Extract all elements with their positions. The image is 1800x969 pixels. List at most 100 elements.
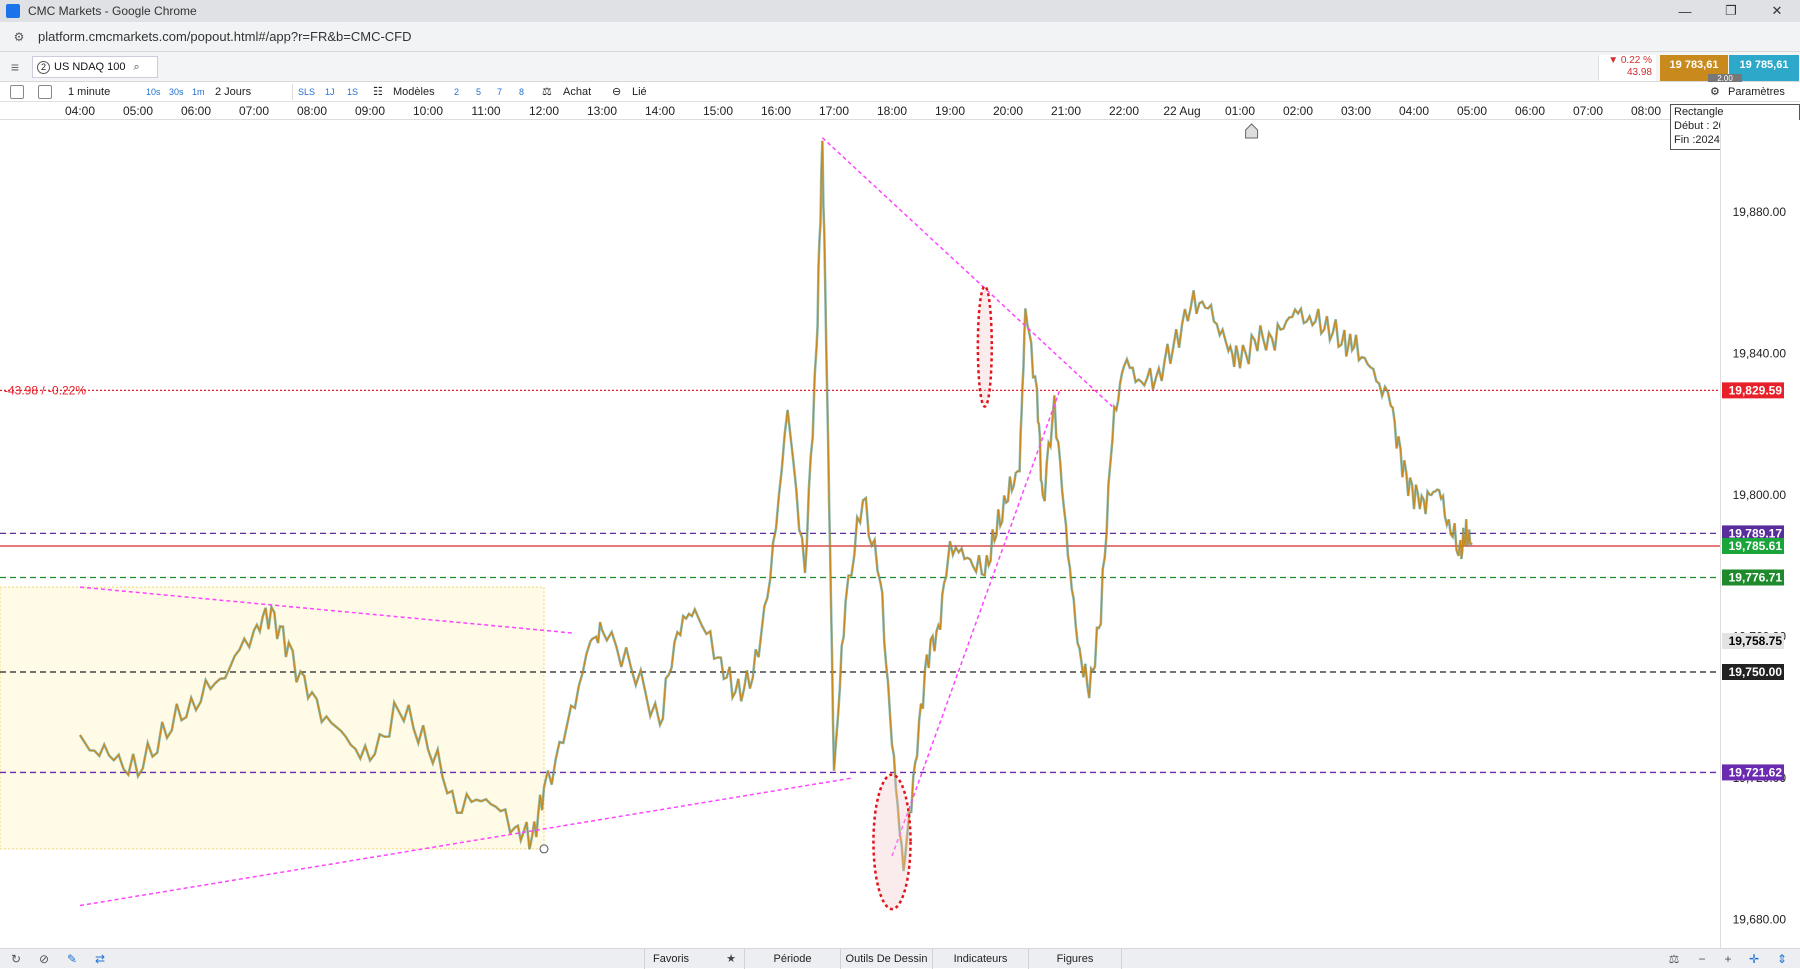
instrument-selector[interactable]: 2 US NDAQ 100 ⌕ (32, 56, 158, 78)
layout-2[interactable]: 2 (454, 85, 459, 99)
time-axis: 04:00 05:00 06:00 07:00 08:00 09:00 10:00 11:00… (0, 102, 1720, 120)
bottom-toolbar: ↻ ⊘ ✎ ⇄ Favoris ★ Période Outils De Dess… (0, 948, 1800, 969)
time-tick-label: 07:00 (1572, 104, 1604, 118)
search-icon[interactable]: ⌕ (134, 61, 140, 74)
price-change-absolute: 43.98 (1626, 67, 1652, 78)
price-tag-label: 19,721.62 (1729, 765, 1783, 779)
range-select[interactable]: 2 Jours (215, 85, 251, 99)
time-tick-label: 01:00 (1224, 104, 1256, 118)
price-tag-label: 19,785.61 (1729, 539, 1783, 553)
clear-icon[interactable]: ⊘ (36, 951, 52, 967)
highlight-ellipse (872, 773, 912, 911)
current-time-marker (1245, 123, 1259, 139)
chart-grid-icon[interactable] (38, 85, 52, 99)
price-tick-label: 19,680.00 (1733, 913, 1787, 927)
time-tick-label: 07:00 (238, 104, 270, 118)
time-tick-label: 06:00 (1514, 104, 1546, 118)
tab-indicators[interactable]: Indicateurs (932, 949, 1028, 969)
buy-button[interactable]: Achat (563, 85, 591, 99)
restore-button[interactable]: ❐ (1708, 0, 1754, 22)
arrows-icon[interactable]: ⇄ (92, 951, 108, 967)
layout-8[interactable]: 8 (519, 85, 524, 99)
time-tick-label: 11:00 (471, 104, 501, 118)
link-icon[interactable]: ⊖ (612, 85, 621, 99)
time-tick-label: 06:00 (180, 104, 212, 118)
site-info-icon[interactable]: ⚙ (10, 28, 28, 46)
time-tick-label: 12:00 (528, 104, 560, 118)
chrome-app-icon (6, 4, 20, 18)
time-tick-label: 22:00 (1108, 104, 1140, 118)
time-tick-label: 05:00 (122, 104, 154, 118)
interval-1m[interactable]: 1m (192, 85, 205, 99)
browser-title-bar: CMC Markets - Google Chrome — ❐ ✕ (0, 0, 1800, 22)
price-tick-label: 19,800.00 (1733, 488, 1787, 502)
templates-icon[interactable]: ☷ (373, 85, 383, 99)
tab-favorites[interactable]: Favoris ★ (644, 949, 744, 969)
time-tick-label: 04:00 (1398, 104, 1430, 118)
zoom-in-icon[interactable]: + (1720, 951, 1736, 967)
time-tick-label: 14:00 (644, 104, 676, 118)
pencil-icon[interactable]: ✎ (64, 951, 80, 967)
price-change: ▼ 0.22 % 43.98 (1598, 55, 1656, 81)
time-tick-label: 09:00 (354, 104, 386, 118)
chart-list-icon[interactable] (10, 85, 24, 99)
layout-icon[interactable]: ⚖ (1666, 951, 1682, 967)
trend-line (821, 137, 1113, 408)
highlight-ellipse (976, 285, 994, 408)
time-tick-label: 17:00 (818, 104, 850, 118)
templates-button[interactable]: Modèles (393, 85, 435, 99)
linked-button[interactable]: Lié (632, 85, 647, 99)
interval-select[interactable]: 1 minute (68, 85, 110, 99)
price-tag-label: 19,758.75 (1729, 634, 1783, 648)
price-tag-label: 19,829.59 (1729, 383, 1783, 397)
price-chart[interactable]: -43.98 / -0.22% 19,880.00 19,840.00 19,800.… (0, 120, 1800, 948)
rectangle-handle (539, 844, 549, 854)
settings-button[interactable]: Paramètres (1728, 85, 1785, 99)
fit-icon[interactable]: ⇕ (1774, 951, 1790, 967)
price-change-percent: ▼ 0.22 % (1608, 55, 1652, 66)
menu-icon[interactable]: ≡ (6, 58, 24, 76)
layout-7[interactable]: 7 (497, 85, 502, 99)
trend-line (891, 388, 1061, 857)
price-tick-label: 19,840.00 (1733, 347, 1787, 361)
chart-type-sls[interactable]: SLS (298, 85, 315, 99)
tab-drawing-tools[interactable]: Outils De Dessin (840, 949, 932, 969)
star-icon[interactable]: ★ (726, 953, 736, 965)
settings-icon[interactable]: ⚙ (1710, 85, 1720, 99)
time-tick-label: 16:00 (760, 104, 792, 118)
price-tag-label: 19,750.00 (1729, 665, 1783, 679)
crosshair-icon[interactable]: ✛ (1746, 951, 1762, 967)
address-bar[interactable]: ⚙ platform.cmcmarkets.com/popout.html#/a… (0, 22, 1800, 52)
layout-5[interactable]: 5 (476, 85, 481, 99)
zoom-out-icon[interactable]: − (1694, 951, 1710, 967)
instrument-number: 2 (37, 60, 50, 74)
interval-10s[interactable]: 10s (146, 85, 161, 99)
price-tick-label: 19,880.00 (1733, 205, 1787, 219)
change-label: -43.98 / -0.22% (4, 383, 86, 397)
chart-type-1j[interactable]: 1J (325, 85, 335, 99)
platform-header: ≡ 2 US NDAQ 100 ⌕ (0, 52, 1800, 82)
time-tick-label: 18:00 (876, 104, 908, 118)
url-text[interactable]: platform.cmcmarkets.com/popout.html#/app… (38, 29, 412, 44)
buy-icon[interactable]: ⚖ (542, 85, 552, 99)
time-tick-label: 21:00 (1050, 104, 1082, 118)
time-tick-label: 10:00 (412, 104, 444, 118)
chart-type-1s[interactable]: 1S (347, 85, 358, 99)
tab-figures[interactable]: Figures (1028, 949, 1122, 969)
instrument-name: US NDAQ 100 (54, 61, 126, 73)
time-tick-label: 20:00 (992, 104, 1024, 118)
refresh-icon[interactable]: ↻ (8, 951, 24, 967)
tab-favorites-label: Favoris (653, 953, 690, 965)
tab-period[interactable]: Période (744, 949, 840, 969)
time-tick-label: 05:00 (1456, 104, 1488, 118)
interval-30s[interactable]: 30s (169, 85, 184, 99)
minimize-button[interactable]: — (1662, 0, 1708, 22)
chart-canvas[interactable]: -43.98 / -0.22% 19,880.00 19,840.00 19,800.… (0, 120, 1800, 948)
time-tick-label: 13:00 (586, 104, 618, 118)
chart-toolbar: 1 minute 10s 30s 1m 2 Jours SLS 1J 1S ☷ … (0, 82, 1800, 102)
time-tick-label: 22 Aug (1163, 104, 1201, 118)
close-button[interactable]: ✕ (1754, 0, 1800, 22)
time-tick-label: 04:00 (64, 104, 96, 118)
time-tick-label: 03:00 (1340, 104, 1372, 118)
time-tick-label: 08:00 (1630, 104, 1662, 118)
